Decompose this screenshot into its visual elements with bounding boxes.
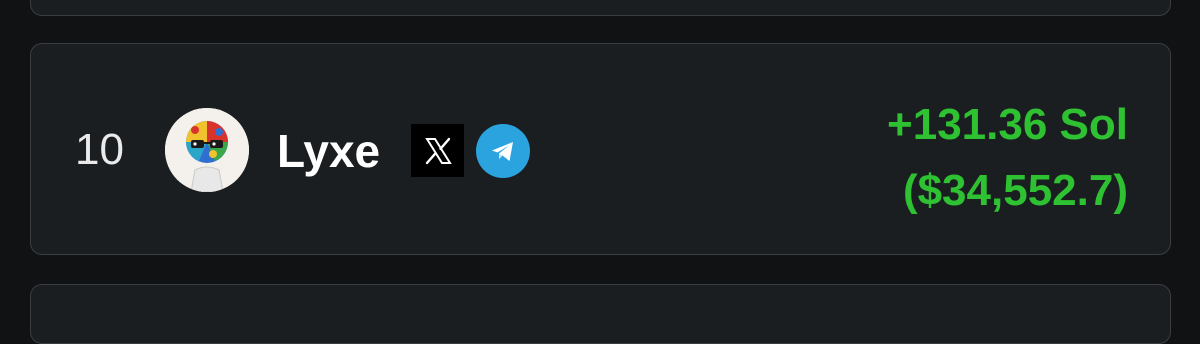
telegram-icon[interactable] (476, 124, 530, 178)
leaderboard-card-next (30, 284, 1171, 344)
pnl-usd: ($34,552.7) (902, 166, 1128, 215)
user-name[interactable]: Lyxe (277, 126, 380, 176)
x-logo-icon[interactable] (411, 124, 464, 177)
leaderboard-card-previous (30, 0, 1171, 16)
leaderboard-card[interactable]: 10 Lyxe +131.36 Sol ($34,552.7) (30, 43, 1171, 255)
pnl-display: +131.36 Sol ($34,552.7) (887, 92, 1128, 224)
avatar[interactable] (165, 108, 249, 192)
pnl-sol: +131.36 Sol (887, 100, 1128, 149)
rank-number: 10 (75, 125, 124, 174)
